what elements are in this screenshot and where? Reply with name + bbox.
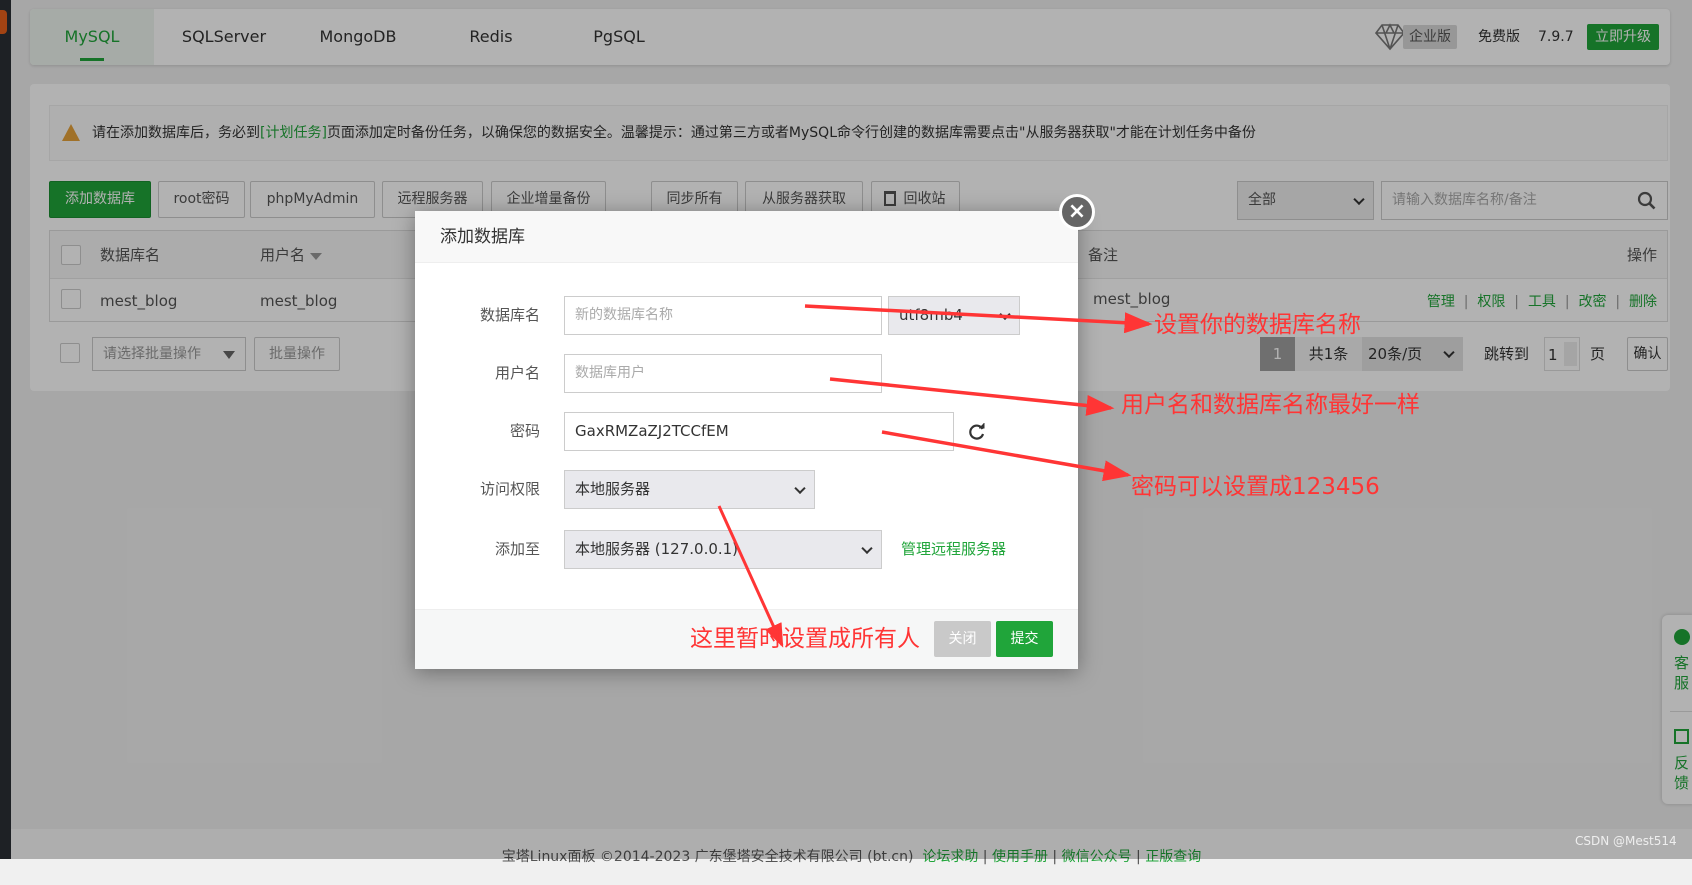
add-database-dialog: 添加数据库 × 数据库名 新的数据库名称 utf8mb4 用户名 数据库用户 密… — [415, 194, 1095, 669]
access-select[interactable]: 本地服务器 — [564, 470, 815, 509]
charset-select[interactable]: utf8mb4 — [888, 296, 1020, 335]
chevron-down-icon — [861, 542, 873, 554]
annotation-password: 密码可以设置成123456 — [1131, 474, 1380, 500]
close-icon[interactable]: × — [1059, 194, 1095, 230]
submit-button[interactable]: 提交 — [996, 621, 1053, 657]
db-name-label: 数据库名 — [479, 306, 540, 324]
dialog-title: 添加数据库 — [415, 211, 1078, 263]
username-label: 用户名 — [494, 364, 540, 382]
annotation-access: 这里暂时设置成所有人 — [690, 626, 920, 652]
db-name-input[interactable]: 新的数据库名称 — [564, 296, 882, 335]
annotation-db-name: 设置你的数据库名称 — [1154, 312, 1361, 338]
chevron-down-icon — [999, 308, 1011, 320]
password-label: 密码 — [509, 422, 540, 440]
manage-remote-link[interactable]: 管理远程服务器 — [901, 530, 1006, 569]
watermark: CSDN @Mest514 — [1575, 834, 1677, 848]
chevron-down-icon — [794, 482, 806, 494]
refresh-icon[interactable] — [968, 423, 986, 441]
access-label: 访问权限 — [479, 480, 540, 498]
annotation-username: 用户名和数据库名称最好一样 — [1121, 392, 1420, 418]
password-input[interactable]: GaxRMZaZJ2TCCfEM — [564, 412, 954, 451]
add-to-select[interactable]: 本地服务器 (127.0.0.1) — [564, 530, 882, 569]
username-input[interactable]: 数据库用户 — [564, 354, 882, 393]
add-to-label: 添加至 — [494, 540, 540, 558]
close-button[interactable]: 关闭 — [934, 621, 991, 657]
